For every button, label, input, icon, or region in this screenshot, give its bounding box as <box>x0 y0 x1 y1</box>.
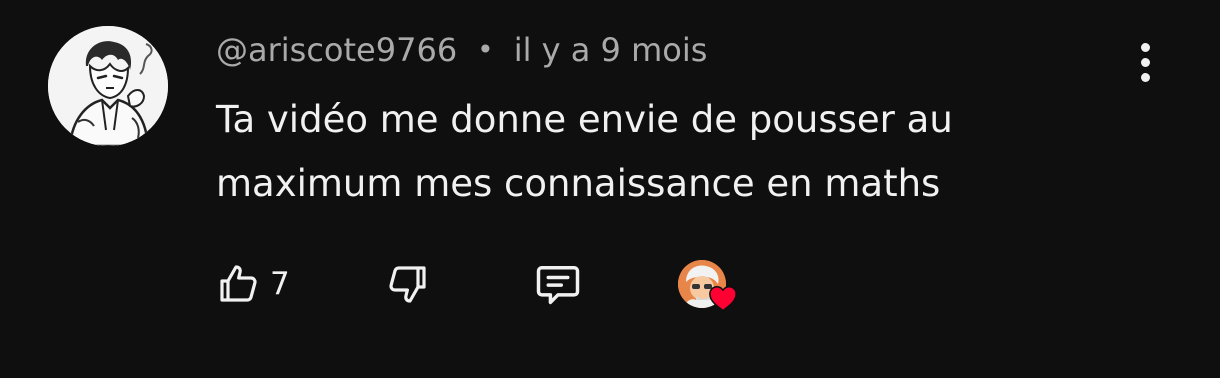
comment-text-line-1: Ta vidéo me donne envie de pousser au <box>216 98 953 141</box>
comment-text: Ta vidéo me donne envie de pousser au ma… <box>216 88 1076 216</box>
vertical-dots-icon-dot-3 <box>1140 72 1150 82</box>
reply-button[interactable] <box>532 256 584 312</box>
vertical-dots-icon <box>1140 42 1150 52</box>
comment-timestamp[interactable]: il y a 9 mois <box>514 28 708 72</box>
comment-actions-bar: 7 <box>0 256 1220 316</box>
chat-bubble-icon <box>536 266 580 305</box>
like-button[interactable]: 7 <box>214 256 290 312</box>
heart-icon <box>709 285 737 312</box>
thumbs-up-icon <box>220 265 257 302</box>
header-separator: • <box>477 33 494 66</box>
author-avatar[interactable] <box>48 26 168 146</box>
more-actions-button[interactable] <box>1126 40 1164 84</box>
comment-thread: @ariscote9766 • il y a 9 mois Ta vidéo m… <box>0 0 1220 378</box>
thumbs-down-icon <box>389 266 426 303</box>
author-name[interactable]: @ariscote9766 <box>216 28 457 72</box>
vertical-dots-icon-dot-2 <box>1140 57 1150 67</box>
comment-text-line-2: maximum mes connaissance en maths <box>216 162 941 205</box>
comment-header: @ariscote9766 • il y a 9 mois <box>216 28 707 72</box>
creator-heart-badge <box>676 258 740 316</box>
like-count: 7 <box>270 266 290 302</box>
manga-portrait-icon <box>48 26 168 146</box>
dislike-button[interactable] <box>384 256 432 312</box>
